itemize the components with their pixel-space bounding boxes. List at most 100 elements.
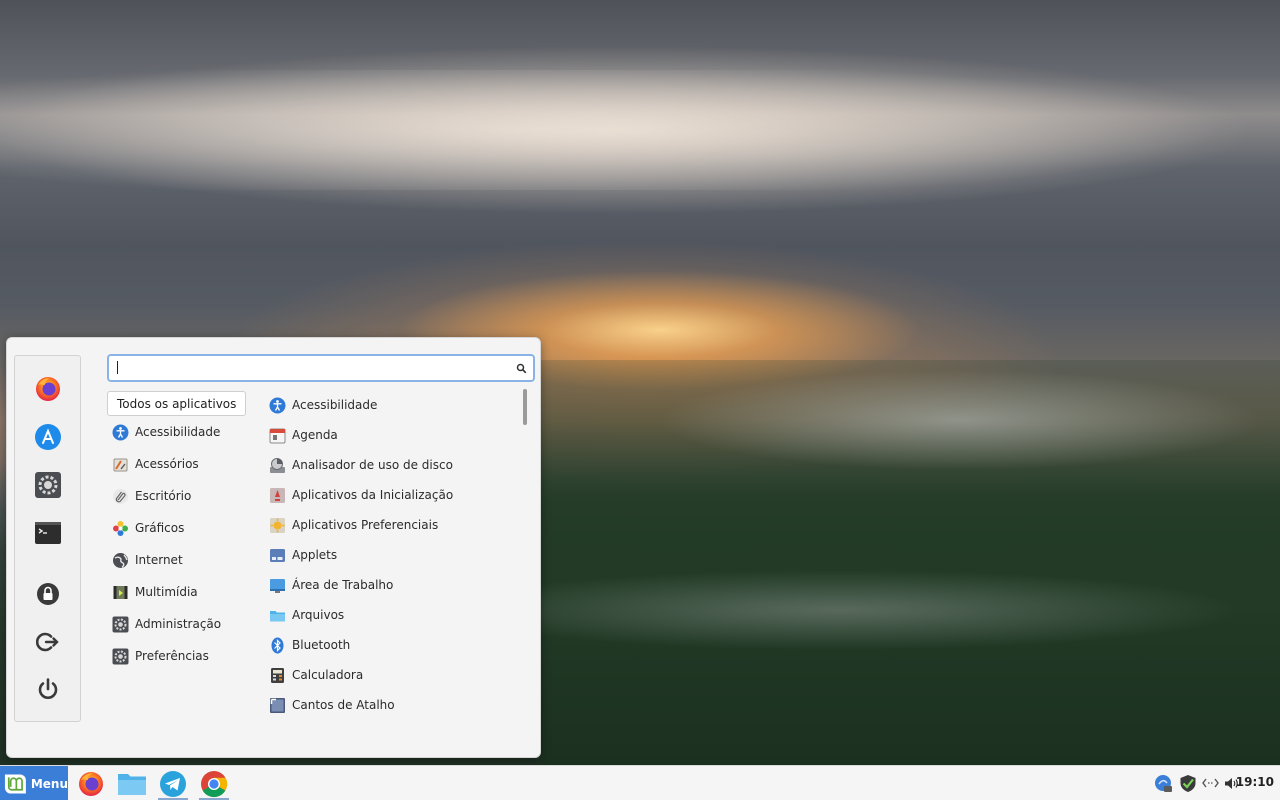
- folder-icon: [270, 610, 285, 621]
- app-label: Aplicativos Preferenciais: [292, 518, 439, 532]
- bluetooth-icon: [271, 637, 284, 653]
- app-label: Acessibilidade: [292, 398, 378, 412]
- calculator-icon: [271, 667, 284, 683]
- startup-apps-icon: [270, 487, 285, 503]
- app-label: Applets: [292, 548, 338, 562]
- disk-usage-icon: [270, 457, 285, 473]
- preferred-apps-icon: [270, 517, 285, 533]
- app-label: Cantos de Atalho: [292, 698, 395, 712]
- app-label: Área de Trabalho: [292, 578, 394, 592]
- office-icon: [113, 488, 128, 504]
- favorites-sidebar: [14, 355, 81, 722]
- search-input[interactable]: [115, 359, 505, 377]
- clock[interactable]: 19:10: [1236, 775, 1274, 789]
- power-button[interactable]: [32, 673, 64, 705]
- telegram-icon: [160, 770, 186, 797]
- app-calendar[interactable]: Agenda: [269, 424, 338, 446]
- firefox-icon: [79, 771, 103, 796]
- search-box[interactable]: [107, 354, 535, 382]
- category-preferences[interactable]: Preferências: [112, 645, 209, 667]
- application-menu: Todos os aplicativos Acessibilidade Aces…: [6, 337, 541, 758]
- power-icon: [38, 678, 58, 699]
- favorite-firefox[interactable]: [32, 373, 64, 405]
- multimedia-icon: [113, 585, 128, 599]
- category-office[interactable]: Escritório: [112, 485, 191, 507]
- search-icon: [516, 363, 527, 374]
- logout-button[interactable]: [32, 626, 64, 658]
- category-accessories[interactable]: Acessórios: [112, 453, 199, 475]
- lock-icon: [37, 583, 59, 605]
- update-manager-icon: [1154, 774, 1172, 792]
- app-label: Aplicativos da Inicialização: [292, 488, 454, 502]
- terminal-icon: [35, 522, 61, 544]
- favorite-software-manager[interactable]: [32, 421, 64, 453]
- internet-icon: [113, 552, 128, 568]
- favorite-terminal[interactable]: [32, 517, 64, 549]
- app-hot-corners[interactable]: Cantos de Atalho: [269, 694, 395, 716]
- accessories-icon: [113, 458, 128, 471]
- network-icon: [1201, 778, 1219, 788]
- app-disk-usage-analyzer[interactable]: Analisador de uso de disco: [269, 454, 453, 476]
- app-files[interactable]: Arquivos: [269, 604, 344, 626]
- app-bluetooth[interactable]: Bluetooth: [269, 634, 350, 656]
- category-all-applications[interactable]: Todos os aplicativos: [107, 391, 247, 416]
- wallpaper-forest: [540, 360, 1280, 765]
- tray-shield[interactable]: [1178, 773, 1198, 793]
- accessibility-icon: [112, 424, 129, 440]
- tray-update-manager[interactable]: [1153, 773, 1173, 793]
- settings-icon: [35, 472, 61, 498]
- category-label: Preferências: [135, 649, 209, 663]
- category-graphics[interactable]: Gráficos: [112, 517, 184, 539]
- category-internet[interactable]: Internet: [112, 549, 183, 571]
- app-startup-applications[interactable]: Aplicativos da Inicialização: [269, 484, 453, 506]
- category-label: Acessórios: [135, 457, 199, 471]
- app-accessibility[interactable]: Acessibilidade: [269, 394, 377, 416]
- accessibility-icon: [269, 397, 286, 413]
- app-list-scrollbar[interactable]: [523, 389, 527, 425]
- launcher-telegram[interactable]: [155, 767, 191, 800]
- graphics-icon: [113, 520, 128, 536]
- category-label: Internet: [135, 553, 183, 567]
- text-caret: [117, 361, 118, 374]
- category-label: Administração: [135, 617, 222, 631]
- wallpaper-clouds: [0, 70, 1280, 190]
- folder-icon: [118, 773, 146, 795]
- category-multimedia[interactable]: Multimídia: [112, 581, 198, 603]
- favorite-system-settings[interactable]: [32, 469, 64, 501]
- app-label: Analisador de uso de disco: [292, 458, 453, 472]
- menu-button-label: Menu: [30, 776, 68, 791]
- category-label: Escritório: [135, 489, 192, 503]
- category-label: Gráficos: [135, 521, 185, 535]
- chrome-icon: [201, 770, 228, 797]
- desktop-icon: [270, 578, 285, 593]
- category-label: Multimídia: [135, 585, 198, 599]
- taskbar: Menu 19:10: [0, 765, 1280, 800]
- app-applets[interactable]: Applets: [269, 544, 337, 566]
- logout-icon: [36, 632, 59, 652]
- launcher-chrome[interactable]: [196, 767, 232, 800]
- shield-check-icon: [1180, 774, 1196, 792]
- launcher-firefox[interactable]: [73, 767, 109, 800]
- app-label: Bluetooth: [292, 638, 351, 652]
- app-label: Calculadora: [292, 668, 364, 682]
- app-preferred-applications[interactable]: Aplicativos Preferenciais: [269, 514, 438, 536]
- lock-screen-button[interactable]: [32, 578, 64, 610]
- app-desktop[interactable]: Área de Trabalho: [269, 574, 393, 596]
- hot-corners-icon: [270, 697, 285, 713]
- app-label: Agenda: [292, 428, 338, 442]
- tray-network[interactable]: [1200, 773, 1220, 793]
- category-accessibility[interactable]: Acessibilidade: [112, 421, 220, 443]
- preferences-icon: [112, 648, 129, 664]
- category-label: Acessibilidade: [135, 425, 221, 439]
- calendar-icon: [269, 428, 286, 443]
- app-label: Arquivos: [292, 608, 345, 622]
- category-administration[interactable]: Administração: [112, 613, 221, 635]
- applets-icon: [270, 548, 285, 562]
- firefox-icon: [36, 377, 60, 401]
- administration-icon: [112, 616, 129, 632]
- mint-logo-icon: [4, 773, 26, 794]
- software-manager-icon: [35, 424, 61, 450]
- app-calculator[interactable]: Calculadora: [269, 664, 363, 686]
- menu-button[interactable]: Menu: [0, 766, 68, 800]
- launcher-files[interactable]: [114, 767, 150, 800]
